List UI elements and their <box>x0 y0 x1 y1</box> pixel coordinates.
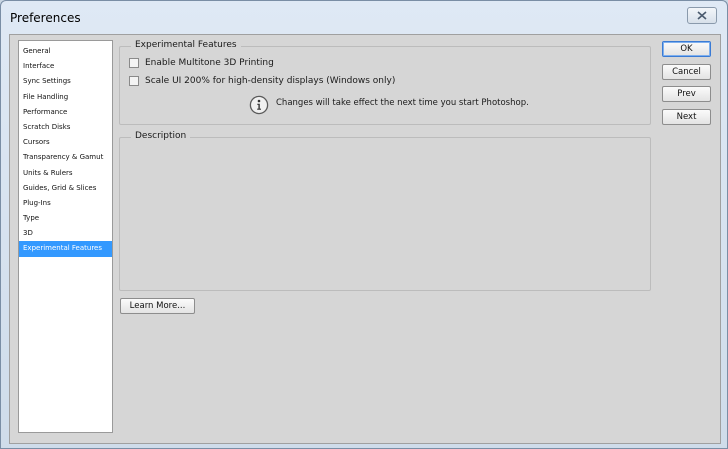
ok-button[interactable]: OK <box>662 41 711 57</box>
close-button[interactable] <box>687 7 717 24</box>
prev-button[interactable]: Prev <box>662 86 711 102</box>
scale-ui-200-checkbox[interactable] <box>129 76 139 86</box>
sidebar-item-transparency-gamut[interactable]: Transparency & Gamut <box>19 150 112 165</box>
description-group-label: Description <box>131 131 191 141</box>
multitone-3d-printing-label[interactable]: Enable Multitone 3D Printing <box>145 58 274 68</box>
preferences-window: Preferences General Interface Sync Setti… <box>0 0 728 449</box>
sidebar-item-cursors[interactable]: Cursors <box>19 135 112 150</box>
preferences-sidebar: General Interface Sync Settings File Han… <box>18 40 113 433</box>
scale-ui-200-option[interactable]: Scale UI 200% for high-density displays … <box>129 76 395 86</box>
sidebar-item-interface[interactable]: Interface <box>19 59 112 74</box>
sidebar-item-units-rulers[interactable]: Units & Rulers <box>19 166 112 181</box>
sidebar-item-file-handling[interactable]: File Handling <box>19 90 112 105</box>
restart-info-text: Changes will take effect the next time y… <box>276 98 529 108</box>
learn-more-button[interactable]: Learn More... <box>120 298 195 314</box>
sidebar-item-scratch-disks[interactable]: Scratch Disks <box>19 120 112 135</box>
multitone-3d-printing-option[interactable]: Enable Multitone 3D Printing <box>129 58 274 68</box>
sidebar-item-3d[interactable]: 3D <box>19 226 112 241</box>
dialog-content: General Interface Sync Settings File Han… <box>9 34 721 444</box>
title-bar[interactable]: Preferences <box>1 1 727 35</box>
cancel-button[interactable]: Cancel <box>662 64 711 80</box>
close-icon <box>697 11 707 20</box>
info-icon <box>249 95 269 115</box>
sidebar-item-sync-settings[interactable]: Sync Settings <box>19 74 112 89</box>
next-button[interactable]: Next <box>662 109 711 125</box>
scale-ui-200-label[interactable]: Scale UI 200% for high-density displays … <box>145 76 395 86</box>
sidebar-item-guides-grid-slices[interactable]: Guides, Grid & Slices <box>19 181 112 196</box>
experimental-features-group-label: Experimental Features <box>131 40 241 50</box>
restart-info-notice: Changes will take effect the next time y… <box>249 95 529 115</box>
description-group: Description <box>119 131 651 291</box>
sidebar-item-general[interactable]: General <box>19 44 112 59</box>
experimental-features-group: Experimental Features Enable Multitone 3… <box>119 40 651 125</box>
multitone-3d-printing-checkbox[interactable] <box>129 58 139 68</box>
window-title: Preferences <box>10 11 81 25</box>
sidebar-item-type[interactable]: Type <box>19 211 112 226</box>
sidebar-item-experimental-features[interactable]: Experimental Features <box>19 241 112 257</box>
sidebar-item-plug-ins[interactable]: Plug-Ins <box>19 196 112 211</box>
sidebar-item-performance[interactable]: Performance <box>19 105 112 120</box>
